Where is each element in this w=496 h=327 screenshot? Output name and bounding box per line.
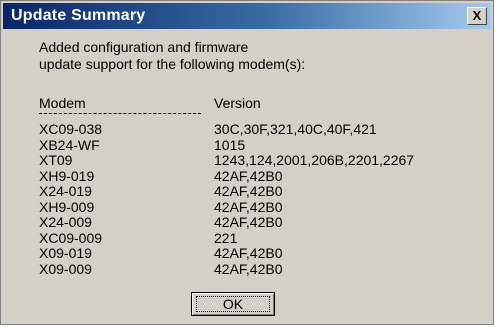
title-bar[interactable]: Update Summary X	[3, 3, 491, 29]
modem-name: X09-019	[39, 245, 92, 261]
modem-version: 42AF,42B0	[214, 167, 283, 184]
update-summary-dialog: Update Summary X Added configuration and…	[0, 0, 494, 325]
ok-button-label: OK	[222, 296, 244, 312]
modem-name: XC09-038	[39, 121, 103, 137]
modem-name: X24-019	[39, 183, 92, 199]
modem-version: 1243,124,2001,206B,2201,2267	[214, 152, 415, 168]
version-column-header: Version	[214, 95, 261, 111]
modem-name: X09-009	[39, 260, 92, 277]
intro-line-2: update support for the following modem(s…	[39, 56, 306, 72]
dialog-title: Update Summary	[11, 7, 146, 24]
header-separator	[39, 113, 201, 114]
modem-version: 1015	[214, 136, 246, 153]
modem-name: X24-009	[39, 214, 92, 230]
close-button[interactable]: X	[467, 7, 487, 25]
modem-name: XC09-009	[39, 229, 103, 246]
modem-version: 42AF,42B0	[214, 245, 283, 261]
modem-version: 42AF,42B0	[214, 214, 283, 230]
modem-name: XB24-WF	[39, 136, 100, 153]
modem-name: XH9-019	[39, 167, 95, 184]
modem-version: 42AF,42B0	[214, 183, 283, 199]
modem-name: XH9-009	[39, 198, 95, 215]
intro-message: Added configuration and firmware update …	[39, 39, 305, 73]
close-icon: X	[472, 8, 482, 23]
ok-button[interactable]: OK	[191, 292, 275, 316]
modem-version: 30C,30F,321,40C,40F,421	[214, 121, 377, 137]
modem-version: 42AF,42B0	[214, 260, 283, 277]
modem-column-header: Modem	[39, 95, 86, 111]
modem-name: XT09	[39, 152, 73, 168]
modem-version: 221	[214, 229, 238, 246]
modem-version: 42AF,42B0	[214, 198, 283, 215]
intro-line-1: Added configuration and firmware	[39, 39, 249, 55]
